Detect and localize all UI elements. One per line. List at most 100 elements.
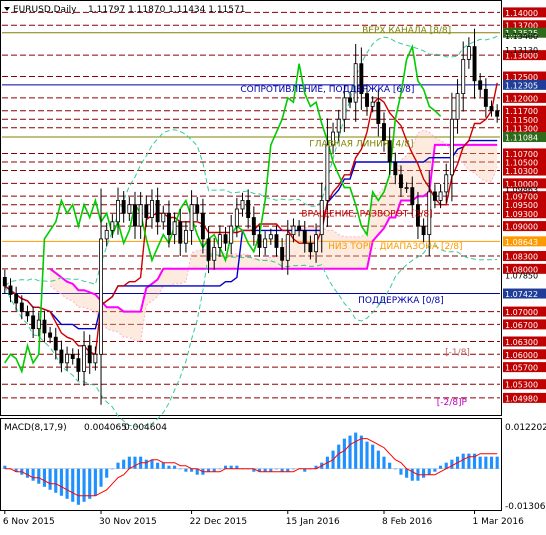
macd-histogram-bar	[410, 468, 414, 481]
macd-axis-min: -0.013068	[505, 502, 546, 512]
candle-body	[223, 234, 228, 244]
macd-histogram-bar	[76, 468, 80, 505]
candle-body	[274, 234, 279, 248]
candle-body	[36, 319, 41, 330]
macd-histogram-bar	[484, 456, 488, 469]
macd-histogram-bar	[433, 468, 437, 472]
price-tick-label: 1.13460	[505, 32, 538, 41]
candle-body	[376, 101, 381, 124]
macd-histogram-bar	[167, 465, 171, 469]
candle-body	[104, 229, 109, 240]
price-label: 1.12000	[505, 94, 538, 103]
candle-body	[70, 353, 75, 359]
level-annotation: ВЕРХ КАНАЛА [8/8]	[362, 26, 451, 36]
candle-body	[206, 238, 211, 261]
candle-body	[31, 315, 36, 330]
symbol-dropdown-icon[interactable]	[4, 7, 10, 11]
candle-body	[325, 144, 330, 201]
macd-histogram-bar	[365, 441, 369, 469]
candle-body	[461, 59, 466, 95]
candle-body	[42, 319, 47, 334]
macd-histogram-bar	[291, 468, 295, 470]
candle-body	[127, 204, 132, 214]
level-annotation: ГЛАВНАЯ ЛИНИЯ [4/8]	[309, 140, 413, 150]
macd-histogram-bar	[274, 468, 279, 470]
candle-body	[410, 187, 415, 206]
candle-body	[365, 93, 369, 107]
time-tick-label: 22 Dec 2015	[190, 517, 248, 527]
price-label: 1.06300	[505, 338, 538, 347]
candle-body	[116, 200, 120, 223]
macd-histogram-bar	[478, 456, 482, 469]
candle-body	[8, 285, 13, 295]
candle-body	[138, 204, 143, 227]
candle-body	[257, 234, 262, 248]
price-label: 1.07000	[505, 308, 538, 317]
candle-body	[14, 294, 19, 304]
price-axis-layer: 1.140001.137001.135251.130001.125001.123…	[503, 7, 546, 403]
macd-histogram-bar	[31, 468, 35, 481]
candle-body	[234, 208, 239, 227]
candle-body	[268, 234, 273, 240]
candle-body	[421, 225, 426, 236]
candle-body	[19, 302, 24, 312]
candle-body	[348, 97, 352, 103]
price-label: 1.10300	[505, 167, 538, 176]
macd-histogram-bar	[144, 459, 148, 469]
price-tick-label: 1.09863	[505, 186, 538, 195]
candle-body	[478, 80, 483, 90]
price-label: 1.14000	[505, 9, 538, 18]
candle-body	[87, 345, 92, 364]
candle-body	[342, 97, 347, 120]
price-label: 1.12305	[505, 81, 538, 90]
macd-histogram-bar	[371, 444, 375, 469]
candle-body	[240, 200, 245, 210]
macd-histogram-bar	[399, 468, 403, 475]
candle-body	[455, 93, 460, 120]
price-label: 1.11300	[505, 124, 538, 133]
macd-histogram-bar	[439, 465, 443, 469]
candle-body	[82, 345, 87, 372]
candle-body	[483, 88, 488, 107]
candle-body	[308, 242, 313, 253]
level-annotation: НИЗ ТОРГ. ДИАПАЗОНА [2/8]	[328, 242, 462, 252]
candle-body	[178, 221, 183, 244]
macd-histogram-bar	[461, 453, 465, 469]
candle-body	[133, 204, 137, 227]
ohlc-readout: 1.11797 1.11870 1.11434 1.11571	[88, 5, 245, 15]
level-annotation: [-2/8]P	[437, 398, 468, 408]
candle-body	[144, 204, 149, 218]
price-label: 1.04980	[505, 394, 538, 403]
price-label: 1.09300	[505, 210, 538, 219]
candle-body	[65, 353, 70, 364]
macd-histogram-bar	[127, 456, 131, 469]
macd-layer	[2, 432, 500, 505]
candle-body	[246, 200, 251, 218]
macd-histogram-bar	[489, 456, 494, 469]
candle-body	[110, 221, 115, 231]
price-label: 1.08300	[505, 253, 538, 262]
price-label: 1.05300	[505, 381, 538, 390]
candle-body	[183, 229, 188, 244]
macd-histogram-bar	[342, 438, 346, 469]
macd-histogram-bar	[184, 468, 188, 472]
price-label: 1.07422	[505, 290, 538, 299]
candle-body	[172, 221, 177, 236]
macd-histogram-bar	[71, 468, 75, 502]
macd-histogram-bar	[59, 468, 63, 496]
macd-histogram-bar	[467, 453, 471, 469]
price-label: 1.06700	[505, 321, 538, 330]
price-label: 1.09000	[505, 223, 538, 232]
candle-body	[399, 174, 403, 189]
candle-body	[285, 234, 290, 261]
macd-histogram-bar	[105, 468, 109, 478]
macd-histogram-bar	[173, 465, 177, 469]
chart-svg[interactable]: ВЕРХ КАНАЛА [8/8] СОПРОТИВЛЕНИЕ, ПОДДЕРЖК…	[0, 0, 546, 531]
macd-histogram-bar	[133, 456, 137, 469]
candle-body	[195, 204, 200, 214]
macd-histogram-bar	[93, 468, 97, 496]
chart-window: ВЕРХ КАНАЛА [8/8] СОПРОТИВЛЕНИЕ, ПОДДЕРЖК…	[0, 0, 546, 531]
macd-histogram-bar	[48, 468, 52, 490]
macd-histogram-bar	[427, 468, 431, 475]
price-label: 1.06000	[505, 351, 538, 360]
